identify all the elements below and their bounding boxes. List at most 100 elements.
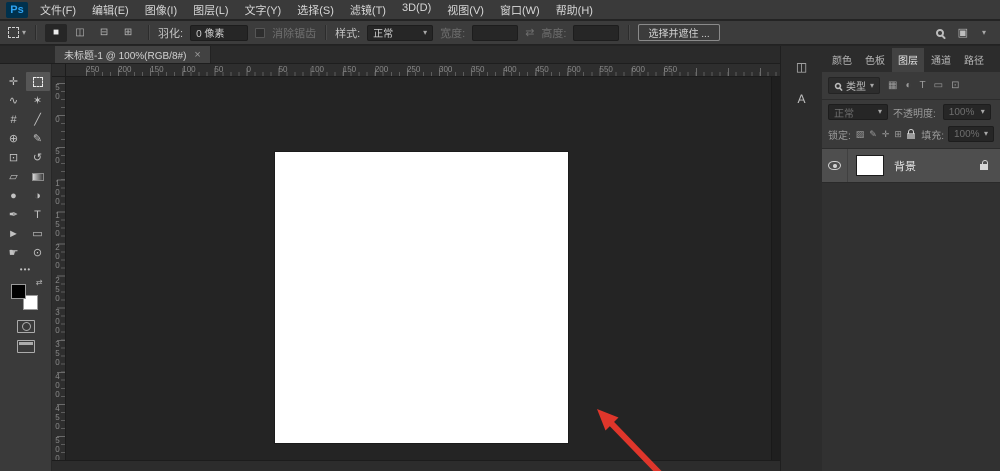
path-selection-tool-button[interactable]: ► (2, 224, 26, 243)
layer-filter-icon[interactable]: ▭ (934, 80, 943, 91)
clone-stamp-tool-button[interactable]: ⊡ (2, 148, 26, 167)
workspace-switcher-icon[interactable]: ▣ (958, 26, 968, 39)
move-tool-button[interactable]: ✛ (2, 72, 26, 91)
eyedropper-icon: ╱ (34, 113, 41, 126)
panel-tab[interactable]: 颜色 (826, 48, 858, 72)
panel-tab[interactable]: 色板 (859, 48, 891, 72)
ruler-label: 200 (53, 243, 62, 275)
lasso-tool-button[interactable]: ∿ (2, 91, 26, 110)
ruler-label: 300 (53, 308, 62, 340)
width-input[interactable] (472, 25, 518, 41)
lock-all-icon[interactable] (907, 133, 915, 139)
ruler-label: 50 (53, 147, 62, 179)
layer-row[interactable]: 背景 (822, 149, 1000, 183)
height-input[interactable] (573, 25, 619, 41)
feather-input[interactable]: 0 像素 (190, 25, 248, 41)
search-icon (835, 82, 841, 88)
healing-brush-tool-button[interactable]: ⊕ (2, 129, 26, 148)
vertical-scrollbar[interactable] (771, 77, 780, 460)
swap-dimensions-icon[interactable]: ⇄ (525, 26, 534, 39)
panel-tab[interactable]: 图层 (892, 48, 924, 72)
menu-item[interactable]: 帮助(H) (556, 2, 593, 18)
separator (148, 25, 149, 40)
shape-tool-button[interactable]: ▭ (26, 224, 50, 243)
menu-item[interactable]: 图像(I) (145, 2, 177, 18)
menu-item[interactable]: 3D(D) (402, 2, 431, 18)
collapsed-panel-icon-1[interactable]: ◫ (789, 56, 815, 78)
history-brush-tool-button[interactable]: ↺ (26, 148, 50, 167)
ruler-label: 400 (53, 372, 62, 404)
tool-preset-picker[interactable]: ▾ (8, 27, 26, 38)
brush-icon: ✎ (33, 132, 42, 145)
layer-filter-label: 类型 (846, 78, 866, 93)
search-icon[interactable] (936, 29, 944, 37)
blur-tool-button[interactable]: ● (2, 186, 26, 205)
lock-option-icon[interactable]: ⊞ (894, 129, 902, 140)
pen-icon: ✒ (9, 208, 18, 221)
selection-mode-group: ■◫⊟⊞ (45, 24, 139, 42)
menu-item[interactable]: 文字(Y) (245, 2, 282, 18)
ruler-origin-corner (52, 64, 66, 77)
zoom-tool-button[interactable]: ⊙ (26, 243, 50, 262)
brush-tool-button[interactable]: ✎ (26, 129, 50, 148)
fill-dropdown[interactable]: 100% ▾ (948, 126, 994, 142)
selection-mode-button[interactable]: ■ (45, 24, 67, 42)
document-canvas[interactable] (275, 152, 568, 443)
layer-filter-dropdown[interactable]: 类型 ▾ (828, 77, 880, 94)
rectangular-marquee-tool-button[interactable] (26, 72, 50, 91)
type-tool-button[interactable]: T (26, 205, 50, 224)
width-label: 宽度: (440, 25, 465, 41)
ruler-label: 100 (53, 179, 62, 211)
layer-filter-icon[interactable]: ▦ (888, 80, 897, 91)
selection-mode-button[interactable]: ⊟ (93, 24, 115, 42)
lock-option-icon[interactable]: ✎ (869, 129, 877, 140)
crop-tool-button[interactable]: # (2, 110, 26, 129)
selection-mode-button[interactable]: ◫ (69, 24, 91, 42)
menu-item[interactable]: 视图(V) (447, 2, 484, 18)
hand-tool-button[interactable]: ☛ (2, 243, 26, 262)
screen-mode-button[interactable] (17, 340, 35, 353)
style-dropdown[interactable]: 正常 ▾ (367, 25, 433, 41)
quick-selection-tool-button[interactable]: ✶ (26, 91, 50, 110)
ruler-label: 450 (535, 65, 567, 74)
menu-item[interactable]: 选择(S) (297, 2, 334, 18)
pen-tool-button[interactable]: ✒ (2, 205, 26, 224)
opacity-dropdown[interactable]: 100% ▾ (943, 104, 991, 120)
panel-tab[interactable]: 路径 (958, 48, 990, 72)
edit-toolbar-button[interactable]: ••• (20, 265, 31, 274)
character-panel-icon[interactable]: A (789, 88, 815, 110)
layer-filter-icon[interactable]: ⊡ (951, 80, 959, 91)
tool-options-bar: ▾ ■◫⊟⊞ 羽化: 0 像素 消除锯齿 样式: 正常 ▾ 宽度: ⇄ 高度: … (0, 21, 1000, 45)
lock-option-icon[interactable]: ✛ (882, 129, 890, 140)
layer-thumbnail[interactable] (856, 155, 884, 176)
layer-filter-icon[interactable]: ◐ (905, 80, 911, 91)
opacity-value: 100% (949, 107, 975, 118)
ruler-label: 250 (407, 65, 439, 74)
eraser-tool-button[interactable]: ▱ (2, 167, 26, 186)
blur-icon: ● (10, 190, 17, 202)
menu-item[interactable]: 图层(L) (193, 2, 228, 18)
menu-item[interactable]: 文件(F) (40, 2, 76, 18)
eyedropper-tool-button[interactable]: ╱ (26, 110, 50, 129)
menu-item[interactable]: 编辑(E) (92, 2, 129, 18)
panel-tab[interactable]: 通道 (925, 48, 957, 72)
selection-mode-button[interactable]: ⊞ (117, 24, 139, 42)
layer-filter-icon[interactable]: T (920, 80, 926, 91)
collapsed-panel-dock: ◫ A (780, 46, 822, 471)
antialias-checkbox[interactable] (255, 28, 265, 38)
gradient-tool-button[interactable] (26, 167, 50, 186)
blend-mode-dropdown[interactable]: 正常 ▾ (828, 104, 888, 120)
layer-visibility-toggle[interactable] (822, 149, 848, 182)
menu-item[interactable]: 滤镜(T) (350, 2, 386, 18)
color-swatches: ⇄ (9, 281, 43, 313)
swap-colors-icon[interactable]: ⇄ (36, 278, 43, 287)
document-tab[interactable]: 未标题-1 @ 100%(RGB/8#) × (55, 46, 211, 63)
menu-item[interactable]: 窗口(W) (500, 2, 540, 18)
close-icon[interactable]: × (194, 49, 200, 61)
lock-option-icon[interactable]: ▨ (856, 129, 865, 140)
foreground-color-swatch[interactable] (11, 284, 26, 299)
quick-mask-button[interactable] (17, 320, 35, 333)
dodge-tool-button[interactable]: ◑ (26, 186, 50, 205)
select-and-mask-button[interactable]: 选择并遮住 ... (638, 24, 719, 41)
blend-mode-value: 正常 (834, 105, 854, 120)
